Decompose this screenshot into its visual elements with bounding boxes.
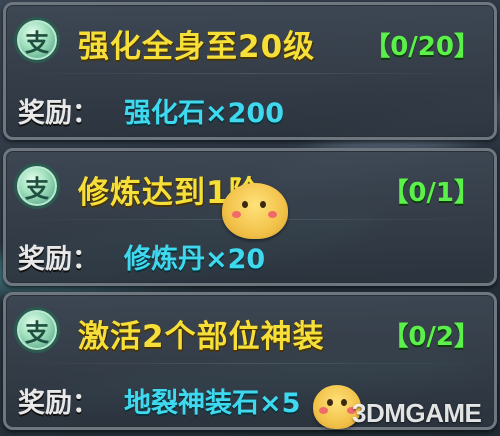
reward-value: 地裂神装石×5 bbox=[124, 388, 301, 419]
reward-label: 奖励： bbox=[18, 244, 99, 275]
quest-progress: 【0/20】 bbox=[364, 32, 480, 62]
quest-progress: 【0/1】 bbox=[382, 178, 480, 208]
reward-label: 奖励： bbox=[18, 98, 99, 129]
quest-card-1[interactable]: 支 强化全身至20级 【0/20】 奖励： 强化石×200 bbox=[3, 2, 497, 140]
quest-progress: 【0/2】 bbox=[382, 322, 480, 352]
reward-value: 强化石×200 bbox=[124, 98, 284, 129]
branch-quest-badge-icon: 支 bbox=[14, 17, 60, 63]
watermark-text: 3DMGAME bbox=[352, 398, 482, 428]
branch-quest-badge-icon: 支 bbox=[14, 163, 60, 209]
quest-title: 强化全身至20级 bbox=[78, 29, 316, 65]
reward-value: 修炼丹×20 bbox=[124, 244, 266, 275]
mascot-icon bbox=[222, 183, 288, 239]
quest-title: 激活2个部位神装 bbox=[78, 319, 325, 355]
reward-label: 奖励： bbox=[18, 388, 99, 419]
branch-quest-badge-icon: 支 bbox=[14, 307, 60, 353]
